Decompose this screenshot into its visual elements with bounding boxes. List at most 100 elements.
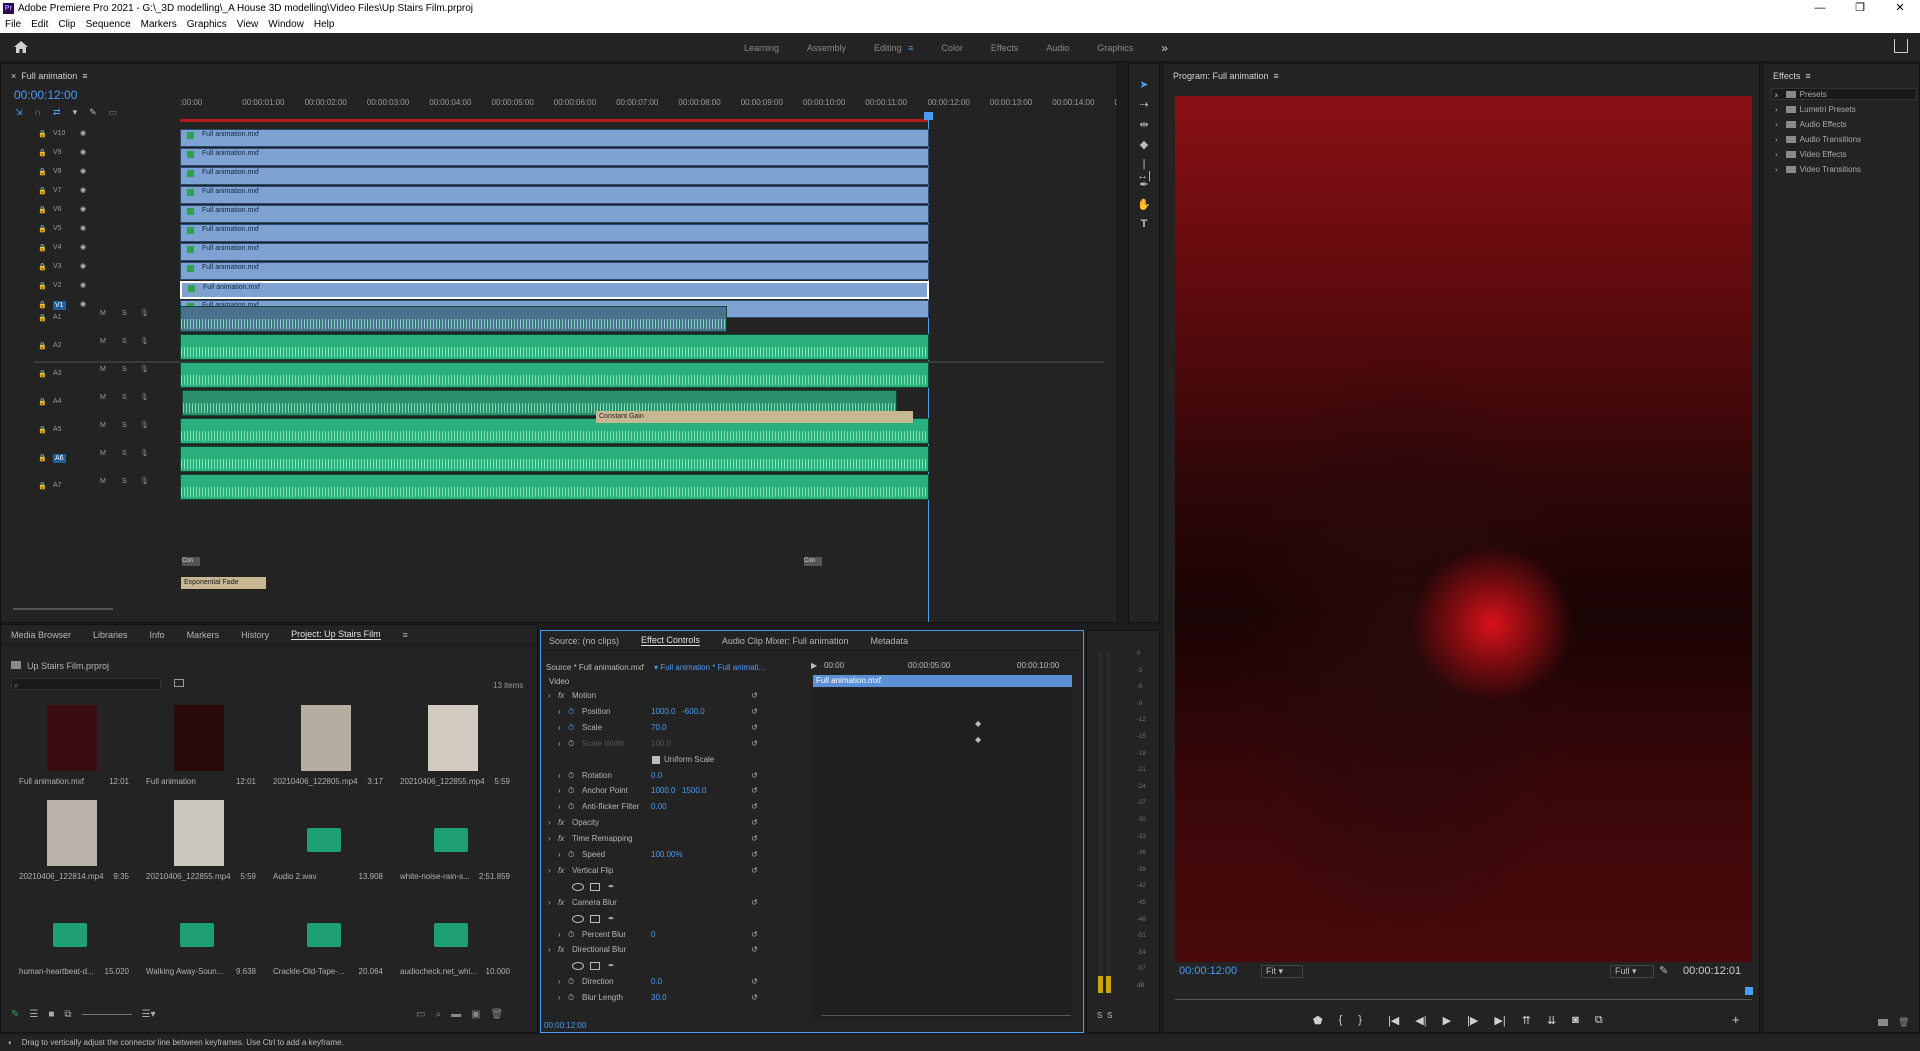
reset-parameter-icon[interactable]: ↺ — [751, 896, 758, 910]
expand-arrow-icon[interactable]: › — [558, 737, 561, 751]
step-forward-button[interactable]: |▶ — [1467, 1014, 1478, 1027]
fx-toggle-icon[interactable]: fx — [558, 864, 564, 878]
fx-toggle-icon[interactable]: fx — [558, 689, 564, 703]
ec-row[interactable]: › ⏱ Scale 70.0 ↺ — [546, 721, 808, 735]
sequence-tab[interactable]: × Full animation ≡ — [11, 71, 88, 81]
more-workspaces-icon[interactable]: » — [1161, 41, 1168, 55]
ec-source[interactable]: Source * Full animation.mxf — [546, 663, 644, 672]
ec-target[interactable]: ▾ Full animation * Full animati... — [654, 663, 765, 672]
expand-arrow-icon[interactable]: › — [548, 864, 551, 878]
project-tab[interactable]: History — [241, 630, 269, 640]
reset-parameter-icon[interactable]: ↺ — [751, 832, 758, 846]
reset-parameter-icon[interactable]: ↺ — [751, 864, 758, 878]
share-icon[interactable] — [1894, 39, 1908, 53]
comparison-view-button[interactable]: ⧉ — [1595, 1014, 1603, 1027]
ec-row[interactable]: › ⏱ Scale Width 100.0 ↺ — [546, 737, 808, 751]
mute-button[interactable]: M — [100, 366, 106, 373]
workspace-assembly[interactable]: Assembly — [807, 43, 846, 53]
video-clip[interactable]: Full animation.mxf — [180, 186, 929, 204]
track-name[interactable]: V10 — [53, 130, 65, 137]
reset-parameter-icon[interactable]: ↺ — [751, 800, 758, 814]
zoom-slider[interactable] — [81, 1014, 132, 1015]
solo-button[interactable]: S — [122, 366, 127, 373]
toggle-output-icon[interactable]: ◉ — [80, 281, 86, 289]
ec-row[interactable]: › ⏱ Blur Length 30.0 ↺ — [546, 991, 808, 1005]
horizontal-zoom-bar[interactable] — [13, 608, 113, 610]
new-bin-button-icon[interactable]: ▬ — [451, 1009, 461, 1020]
ec-row[interactable]: Uniform Scale — [546, 753, 808, 767]
audio-clip[interactable] — [180, 306, 727, 332]
ec-clip-bar[interactable]: Full animation.mxf — [813, 675, 1072, 687]
ec-row[interactable]: › fx Vertical Flip ↺ — [546, 864, 808, 878]
expand-arrow-icon[interactable]: › — [558, 784, 561, 798]
video-clip[interactable]: Full animation.mxf — [180, 281, 929, 299]
ec-zoom-bar[interactable] — [821, 1015, 1071, 1016]
toggle-sync-lock-icon[interactable]: 🔒 — [38, 398, 47, 406]
settings-wrench-icon[interactable]: ✎ — [89, 107, 97, 117]
freeform-view-icon[interactable]: ⧉ — [64, 1009, 71, 1020]
delete-icon[interactable]: 🗑 — [1898, 1017, 1909, 1028]
track-name[interactable]: V2 — [53, 282, 62, 289]
close-window-button[interactable]: ✕ — [1880, 0, 1920, 16]
workspace-learning[interactable]: Learning — [744, 43, 779, 53]
menu-help[interactable]: Help — [309, 19, 340, 30]
expand-arrow-icon[interactable]: › — [558, 848, 561, 862]
captions-icon[interactable]: ▭ — [109, 107, 118, 117]
find-bin-icon[interactable] — [174, 679, 184, 687]
transition-label[interactable]: Con — [804, 557, 822, 566]
toggle-sync-lock-icon[interactable]: 🔒 — [38, 482, 47, 490]
param-value[interactable]: 100.0 — [651, 737, 671, 751]
solo-button[interactable]: S — [122, 450, 127, 457]
ec-ruler[interactable]: 00:00 00:00:05:00 00:00:10:00 — [824, 661, 1079, 673]
mute-button[interactable]: M — [100, 394, 106, 401]
expand-arrow-icon[interactable]: › — [558, 721, 561, 735]
toggle-sync-lock-icon[interactable]: 🔒 — [38, 149, 47, 157]
ec-tab[interactable]: Metadata — [870, 636, 908, 646]
mark-in-button[interactable]: { — [1339, 1014, 1343, 1027]
ellipse-mask-icon[interactable] — [572, 962, 584, 971]
toggle-sync-lock-icon[interactable]: 🔒 — [38, 314, 47, 322]
stopwatch-icon[interactable]: ⏱ — [568, 848, 574, 862]
stopwatch-icon[interactable]: ⏱ — [568, 928, 574, 942]
keyframe-marker[interactable]: ◆ — [975, 735, 981, 744]
solo-button[interactable]: S — [122, 310, 127, 317]
workspace-graphics[interactable]: Graphics — [1097, 43, 1133, 53]
mute-button[interactable]: M — [100, 310, 106, 317]
param-value[interactable]: 0.00 — [651, 800, 667, 814]
voice-over-icon[interactable]: 🎙 — [140, 421, 149, 429]
reset-parameter-icon[interactable]: ↺ — [751, 848, 758, 862]
track-name[interactable]: A2 — [53, 342, 62, 349]
export-frame-button[interactable]: ◙ — [1572, 1014, 1579, 1027]
project-item[interactable]: 20210406_122814.mp4 9:35 — [11, 800, 131, 890]
sort-icons-icon[interactable]: ☰▾ — [142, 1009, 156, 1020]
stopwatch-icon[interactable]: ⏱ — [568, 737, 574, 751]
stopwatch-icon[interactable]: ⏱ — [568, 784, 574, 798]
new-item-icon[interactable]: ▣ — [471, 1009, 480, 1020]
audio-clip[interactable] — [180, 474, 929, 500]
transition-label[interactable]: Con — [182, 557, 200, 566]
project-item[interactable]: 20210406_122855.mp4 5:59 — [138, 800, 258, 890]
voice-over-icon[interactable]: 🎙 — [140, 365, 149, 373]
mute-button[interactable]: M — [100, 478, 106, 485]
track-name[interactable]: V8 — [53, 168, 62, 175]
track-name[interactable]: A7 — [53, 482, 62, 489]
toggle-sync-lock-icon[interactable]: 🔒 — [38, 206, 47, 214]
rectangle-mask-icon[interactable] — [590, 882, 600, 891]
toggle-output-icon[interactable]: ◉ — [80, 186, 86, 194]
type-tool-icon[interactable]: T — [1136, 218, 1152, 234]
project-item[interactable]: Walking Away-Soun... 9.638 — [138, 895, 258, 985]
fx-toggle-icon[interactable]: fx — [558, 943, 564, 957]
rectangle-mask-icon[interactable] — [590, 962, 600, 971]
project-tab[interactable]: Markers — [187, 630, 220, 640]
workspace-audio[interactable]: Audio — [1046, 43, 1069, 53]
video-clip[interactable]: Full animation.mxf — [180, 148, 929, 166]
project-item[interactable]: 20210406_122855.mp4 5:59 — [392, 705, 512, 795]
project-item[interactable]: human-heartbeat-d... 15.020 — [11, 895, 131, 985]
toggle-sync-lock-icon[interactable]: 🔒 — [38, 263, 47, 271]
toggle-sync-lock-icon[interactable]: 🔒 — [38, 130, 47, 138]
ec-row[interactable]: › ⏱ Position 1000.0 -600.0 ↺ — [546, 705, 808, 719]
minimize-button[interactable]: — — [1800, 0, 1840, 16]
toggle-output-icon[interactable]: ◉ — [80, 262, 86, 270]
reset-parameter-icon[interactable]: ↺ — [751, 689, 758, 703]
ec-row[interactable]: › ⏱ Anchor Point 1000.0 1500.0 ↺ — [546, 784, 808, 798]
